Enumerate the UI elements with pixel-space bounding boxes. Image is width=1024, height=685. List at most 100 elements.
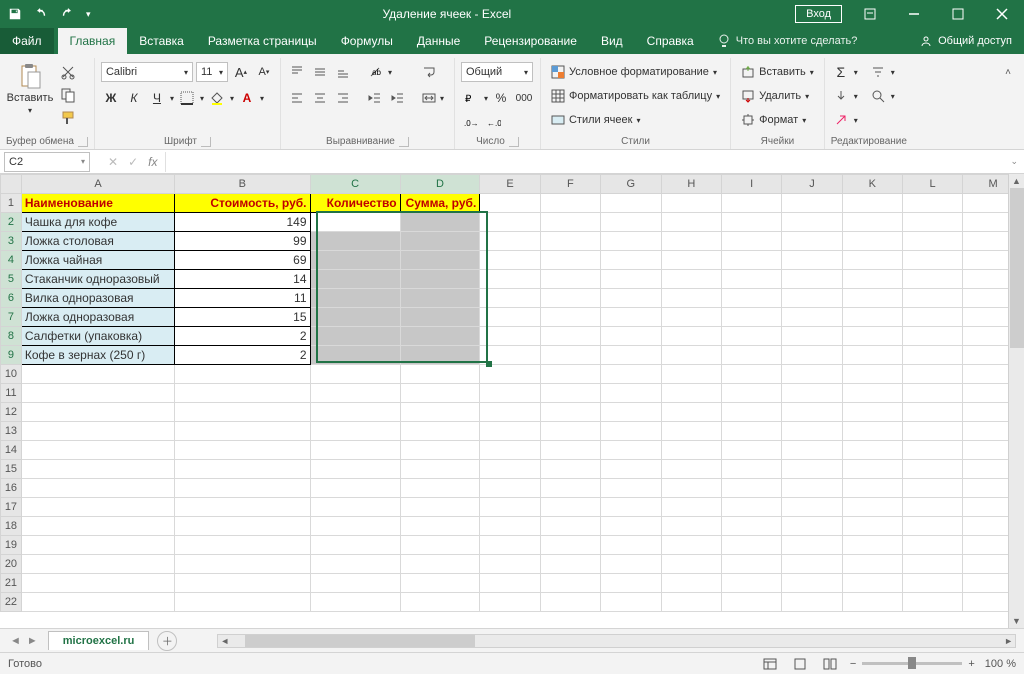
cell-I9[interactable] bbox=[722, 346, 782, 365]
cell-E1[interactable] bbox=[480, 194, 540, 213]
cell-C17[interactable] bbox=[310, 498, 400, 517]
comma-icon[interactable]: 000 bbox=[514, 88, 534, 108]
cell-C7[interactable] bbox=[310, 308, 400, 327]
cell-K8[interactable] bbox=[842, 327, 902, 346]
cell-I2[interactable] bbox=[722, 213, 782, 232]
page-layout-view-icon[interactable] bbox=[790, 655, 810, 673]
tab-help[interactable]: Справка bbox=[635, 28, 706, 54]
cell-B11[interactable] bbox=[175, 384, 310, 403]
cell-I3[interactable] bbox=[722, 232, 782, 251]
save-icon[interactable] bbox=[8, 7, 22, 21]
cell-G17[interactable] bbox=[601, 498, 662, 517]
cell-F17[interactable] bbox=[540, 498, 600, 517]
cell-G22[interactable] bbox=[601, 593, 662, 612]
cell-B4[interactable]: 69 bbox=[175, 251, 310, 270]
cell-G13[interactable] bbox=[601, 422, 662, 441]
cell-D10[interactable] bbox=[400, 365, 480, 384]
col-header-G[interactable]: G bbox=[601, 175, 662, 194]
cell-B20[interactable] bbox=[175, 555, 310, 574]
cell-I20[interactable] bbox=[722, 555, 782, 574]
cell-K22[interactable] bbox=[842, 593, 902, 612]
align-bottom-icon[interactable] bbox=[333, 62, 353, 82]
cell-H9[interactable] bbox=[661, 346, 721, 365]
cell-C21[interactable] bbox=[310, 574, 400, 593]
cell-L1[interactable] bbox=[902, 194, 962, 213]
cell-D3[interactable] bbox=[400, 232, 480, 251]
tab-view[interactable]: Вид bbox=[589, 28, 635, 54]
cell-J6[interactable] bbox=[782, 289, 842, 308]
scroll-left-icon[interactable]: ◄ bbox=[218, 636, 231, 646]
login-button[interactable]: Вход bbox=[795, 5, 842, 23]
row-header-11[interactable]: 11 bbox=[1, 384, 22, 403]
cell-F20[interactable] bbox=[540, 555, 600, 574]
cell-E9[interactable] bbox=[480, 346, 540, 365]
cell-B2[interactable]: 149 bbox=[175, 213, 310, 232]
cell-K10[interactable] bbox=[842, 365, 902, 384]
cell-E17[interactable] bbox=[480, 498, 540, 517]
cell-I5[interactable] bbox=[722, 270, 782, 289]
cell-I8[interactable] bbox=[722, 327, 782, 346]
cell-D7[interactable] bbox=[400, 308, 480, 327]
cell-E20[interactable] bbox=[480, 555, 540, 574]
cell-A19[interactable] bbox=[21, 536, 174, 555]
cell-C18[interactable] bbox=[310, 517, 400, 536]
cell-I16[interactable] bbox=[722, 479, 782, 498]
conditional-formatting-button[interactable]: Условное форматирование ▾ bbox=[547, 62, 724, 82]
cell-L21[interactable] bbox=[902, 574, 962, 593]
cell-D21[interactable] bbox=[400, 574, 480, 593]
cell-A10[interactable] bbox=[21, 365, 174, 384]
cell-K3[interactable] bbox=[842, 232, 902, 251]
zoom-level[interactable]: 100 % bbox=[985, 658, 1016, 670]
row-header-19[interactable]: 19 bbox=[1, 536, 22, 555]
select-all-corner[interactable] bbox=[1, 175, 22, 194]
cell-F6[interactable] bbox=[540, 289, 600, 308]
cell-G20[interactable] bbox=[601, 555, 662, 574]
cell-B8[interactable]: 2 bbox=[175, 327, 310, 346]
cell-E18[interactable] bbox=[480, 517, 540, 536]
cell-L16[interactable] bbox=[902, 479, 962, 498]
format-painter-icon[interactable] bbox=[58, 108, 78, 128]
row-header-13[interactable]: 13 bbox=[1, 422, 22, 441]
tab-page-layout[interactable]: Разметка страницы bbox=[196, 28, 329, 54]
cell-F18[interactable] bbox=[540, 517, 600, 536]
cell-C2[interactable] bbox=[310, 213, 400, 232]
cell-E19[interactable] bbox=[480, 536, 540, 555]
col-header-B[interactable]: B bbox=[175, 175, 310, 194]
dialog-launcher-icon[interactable] bbox=[201, 137, 211, 147]
cell-F10[interactable] bbox=[540, 365, 600, 384]
cell-C13[interactable] bbox=[310, 422, 400, 441]
row-header-18[interactable]: 18 bbox=[1, 517, 22, 536]
row-header-14[interactable]: 14 bbox=[1, 441, 22, 460]
ribbon-options-icon[interactable] bbox=[848, 0, 892, 28]
cell-H3[interactable] bbox=[661, 232, 721, 251]
row-header-4[interactable]: 4 bbox=[1, 251, 22, 270]
cell-J17[interactable] bbox=[782, 498, 842, 517]
cell-A3[interactable]: Ложка столовая bbox=[21, 232, 174, 251]
cell-C4[interactable] bbox=[310, 251, 400, 270]
cell-D4[interactable] bbox=[400, 251, 480, 270]
enter-icon[interactable]: ✓ bbox=[128, 155, 138, 169]
cell-K18[interactable] bbox=[842, 517, 902, 536]
row-header-15[interactable]: 15 bbox=[1, 460, 22, 479]
cell-L3[interactable] bbox=[902, 232, 962, 251]
percent-icon[interactable]: % bbox=[491, 88, 511, 108]
insert-cells-button[interactable]: Вставить ▾ bbox=[737, 62, 818, 82]
cell-C12[interactable] bbox=[310, 403, 400, 422]
row-header-17[interactable]: 17 bbox=[1, 498, 22, 517]
cell-E21[interactable] bbox=[480, 574, 540, 593]
cell-B16[interactable] bbox=[175, 479, 310, 498]
cell-D12[interactable] bbox=[400, 403, 480, 422]
row-header-8[interactable]: 8 bbox=[1, 327, 22, 346]
cell-C6[interactable] bbox=[310, 289, 400, 308]
currency-icon[interactable]: ₽ bbox=[461, 88, 481, 108]
cell-E8[interactable] bbox=[480, 327, 540, 346]
bold-button[interactable]: Ж bbox=[101, 88, 121, 108]
expand-formula-bar-icon[interactable]: ⌄ bbox=[1004, 156, 1024, 167]
name-box[interactable]: C2▾ bbox=[4, 152, 90, 172]
cell-A22[interactable] bbox=[21, 593, 174, 612]
cell-A5[interactable]: Стаканчик одноразовый bbox=[21, 270, 174, 289]
cell-H18[interactable] bbox=[661, 517, 721, 536]
cell-I21[interactable] bbox=[722, 574, 782, 593]
cell-C1[interactable]: Количество bbox=[310, 194, 400, 213]
cell-D9[interactable] bbox=[400, 346, 480, 365]
